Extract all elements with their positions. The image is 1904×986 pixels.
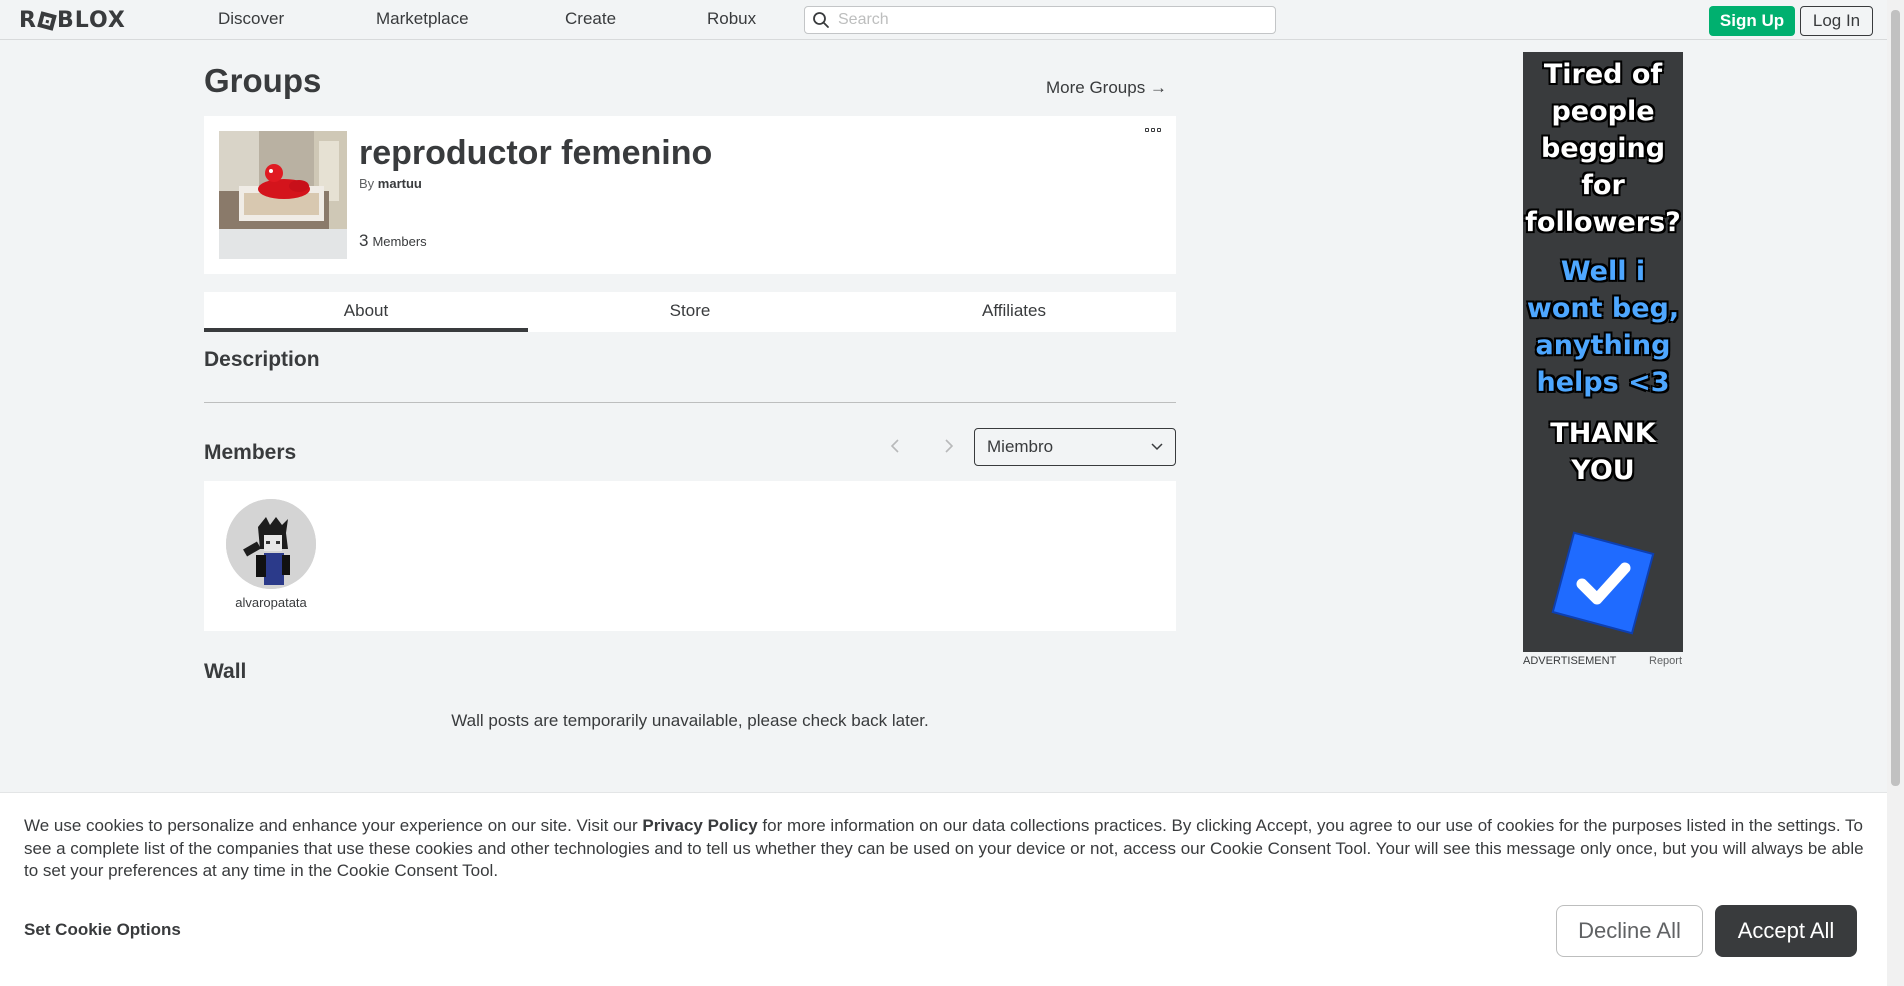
wall-unavailable-message: Wall posts are temporarily unavailable, … xyxy=(451,711,929,730)
rank-dropdown-value: Miembro xyxy=(987,437,1054,456)
member-count: 3 Members xyxy=(359,231,427,251)
group-tabs: About Store Affiliates xyxy=(204,292,1176,332)
pager-prev-icon[interactable] xyxy=(886,436,906,456)
pager-next-icon[interactable] xyxy=(938,436,958,456)
ad-text-line: anything xyxy=(1535,330,1671,361)
nav-create[interactable]: Create xyxy=(565,9,616,29)
nav-discover[interactable]: Discover xyxy=(218,9,284,29)
chevron-down-icon xyxy=(1151,443,1163,451)
tab-store[interactable]: Store xyxy=(528,292,852,332)
description-divider xyxy=(204,402,1176,403)
accept-all-button[interactable]: Accept All xyxy=(1715,905,1857,957)
ad-text-line: begging xyxy=(1540,133,1666,164)
login-button[interactable]: Log In xyxy=(1800,6,1873,36)
tab-affiliates[interactable]: Affiliates xyxy=(852,292,1176,332)
avatar xyxy=(226,499,316,589)
ad-text-line: wont beg, xyxy=(1526,293,1680,324)
member-username[interactable]: alvaropatata xyxy=(226,595,316,610)
search-icon xyxy=(813,12,829,28)
members-list: alvaropatata xyxy=(204,481,1176,631)
ad-text-line: people xyxy=(1551,96,1655,127)
search-box[interactable] xyxy=(804,6,1276,34)
ad-text-line: followers? xyxy=(1525,207,1681,238)
ad-text-line: helps <3 xyxy=(1536,367,1670,398)
nav-marketplace[interactable]: Marketplace xyxy=(376,9,469,29)
more-options-icon[interactable] xyxy=(1145,128,1161,132)
group-owner: By martuu xyxy=(359,176,422,191)
ad-text-line: THANK xyxy=(1550,418,1656,449)
nav-robux[interactable]: Robux xyxy=(707,9,756,29)
page-title: Groups xyxy=(204,62,322,99)
member-count-label: Members xyxy=(372,234,427,249)
ad-label: ADVERTISEMENT xyxy=(1523,655,1617,667)
wall-heading: Wall xyxy=(204,660,247,683)
ad-text-line: Tired of xyxy=(1543,59,1663,90)
set-cookie-options-link[interactable]: Set Cookie Options xyxy=(24,920,181,940)
description-heading: Description xyxy=(204,348,320,371)
tab-about[interactable]: About xyxy=(204,292,528,332)
advertisement-banner[interactable]: Tired of people begging for followers? W… xyxy=(1523,52,1683,652)
decline-all-button[interactable]: Decline All xyxy=(1556,905,1703,957)
privacy-policy-link[interactable]: Privacy Policy xyxy=(642,816,757,835)
rank-dropdown[interactable]: Miembro xyxy=(974,428,1176,466)
group-name: reproductor femenino xyxy=(359,134,713,172)
group-emblem-image xyxy=(219,131,347,259)
signup-button[interactable]: Sign Up xyxy=(1709,6,1795,36)
cookie-banner: We use cookies to personalize and enhanc… xyxy=(0,792,1887,986)
cookie-text-before: We use cookies to personalize and enhanc… xyxy=(24,816,643,835)
by-label: By xyxy=(359,176,375,191)
ad-text-line: YOU xyxy=(1571,455,1635,486)
page-scrollbar[interactable] xyxy=(1887,0,1904,986)
member-count-value: 3 xyxy=(359,231,369,250)
roblox-logo[interactable]: R BLOX xyxy=(19,8,126,33)
more-groups-link[interactable]: More Groups → xyxy=(1046,78,1167,98)
logo-o-icon xyxy=(37,10,57,31)
group-header-card: reproductor femenino By martuu 3 Members xyxy=(204,116,1176,274)
owner-link[interactable]: martuu xyxy=(378,176,422,191)
ad-text-line: for xyxy=(1581,170,1625,201)
member-card[interactable]: alvaropatata xyxy=(226,499,316,610)
search-input[interactable] xyxy=(838,11,1258,29)
scrollbar-thumb[interactable] xyxy=(1891,10,1900,786)
ad-report-link[interactable]: Report xyxy=(1649,655,1682,667)
ad-text-line: Well i xyxy=(1560,256,1646,287)
members-heading: Members xyxy=(204,441,297,464)
top-nav: R BLOX Discover Marketplace Create Robux … xyxy=(0,0,1904,40)
checkmark-icon xyxy=(1551,531,1655,635)
cookie-message: We use cookies to personalize and enhanc… xyxy=(24,815,1874,883)
